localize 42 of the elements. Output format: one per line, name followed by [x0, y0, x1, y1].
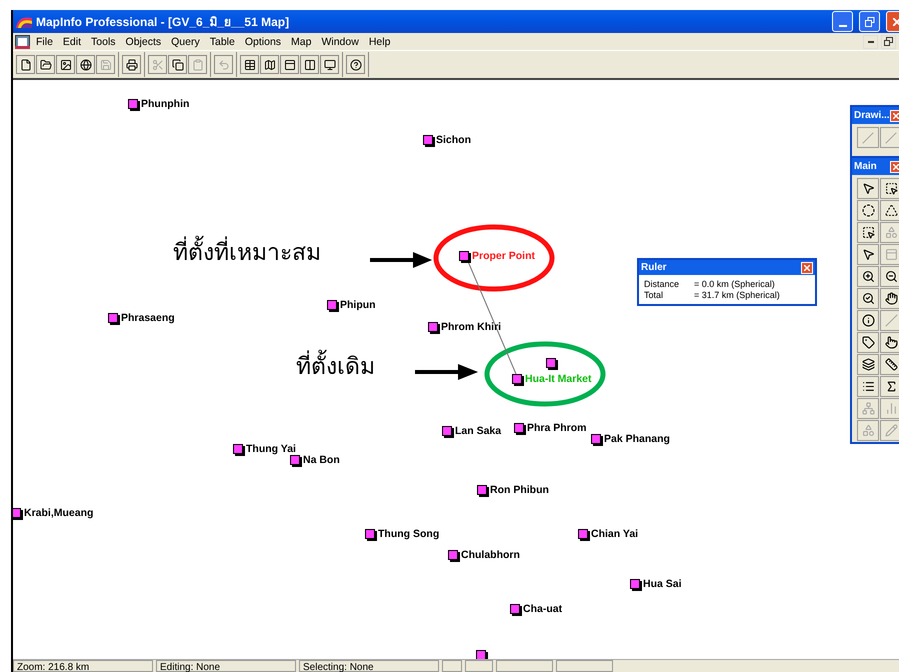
- menu-item[interactable]: File: [31, 36, 58, 48]
- place-label: Thung Song: [378, 528, 440, 540]
- place-label: Phunphin: [141, 98, 190, 110]
- ruler-label: Distance: [644, 279, 680, 289]
- ruler-value: = 31.7 km (Spherical): [694, 290, 781, 300]
- place-label: Phrasaeng: [121, 312, 175, 324]
- status-field: Zoom: 216.8 km: [13, 660, 153, 672]
- status-field: Selecting: None: [299, 660, 439, 672]
- menu-item[interactable]: Query: [166, 36, 205, 48]
- annotation-text: ที่ตั้งที่เหมาะสม: [173, 234, 321, 270]
- place-label: Proper Point: [472, 250, 536, 262]
- menu-item[interactable]: Tools: [86, 36, 121, 48]
- place-label: Chian Yai: [591, 528, 638, 540]
- ruler-title: Ruler: [641, 262, 667, 273]
- menu-item[interactable]: Help: [364, 36, 396, 48]
- menu-item[interactable]: Options: [240, 36, 286, 48]
- window-title: MapInfo Professional - [GV_6_มิ_ย__51 Map]: [36, 14, 290, 31]
- menu-item[interactable]: Table: [204, 36, 240, 48]
- place-label: Sichon: [436, 134, 472, 146]
- place-label: Lan Saka: [455, 425, 502, 437]
- palette-title: Main: [854, 161, 877, 172]
- status-field: Editing: None: [156, 660, 296, 672]
- ruler-label: Total: [644, 290, 664, 300]
- palette-title: Drawi...: [854, 110, 890, 121]
- place-label: Thung Yai: [246, 443, 296, 455]
- annotation-text: ที่ตั้งเดิม: [296, 348, 375, 384]
- place-label: Hua Sai: [643, 578, 682, 590]
- menu-item[interactable]: Map: [286, 36, 316, 48]
- menu-item[interactable]: Objects: [120, 36, 166, 48]
- place-label: Krabi,Mueang: [24, 507, 94, 519]
- menu-item[interactable]: Edit: [58, 36, 86, 48]
- place-label: Phipun: [340, 299, 376, 311]
- place-label: Phrom Khiri: [441, 321, 502, 333]
- place-label: Hua-It Market: [525, 373, 592, 385]
- place-label: Phra Phrom: [527, 422, 587, 434]
- place-label: Pak Phanang: [604, 433, 670, 445]
- ruler-value: = 0.0 km (Spherical): [694, 279, 776, 289]
- place-label: Chulabhorn: [461, 549, 520, 561]
- menu-item[interactable]: Window: [316, 36, 364, 48]
- place-label: Cha-uat: [523, 603, 562, 615]
- place-label: Ron Phibun: [490, 484, 549, 496]
- place-label: Na Bon: [303, 454, 340, 466]
